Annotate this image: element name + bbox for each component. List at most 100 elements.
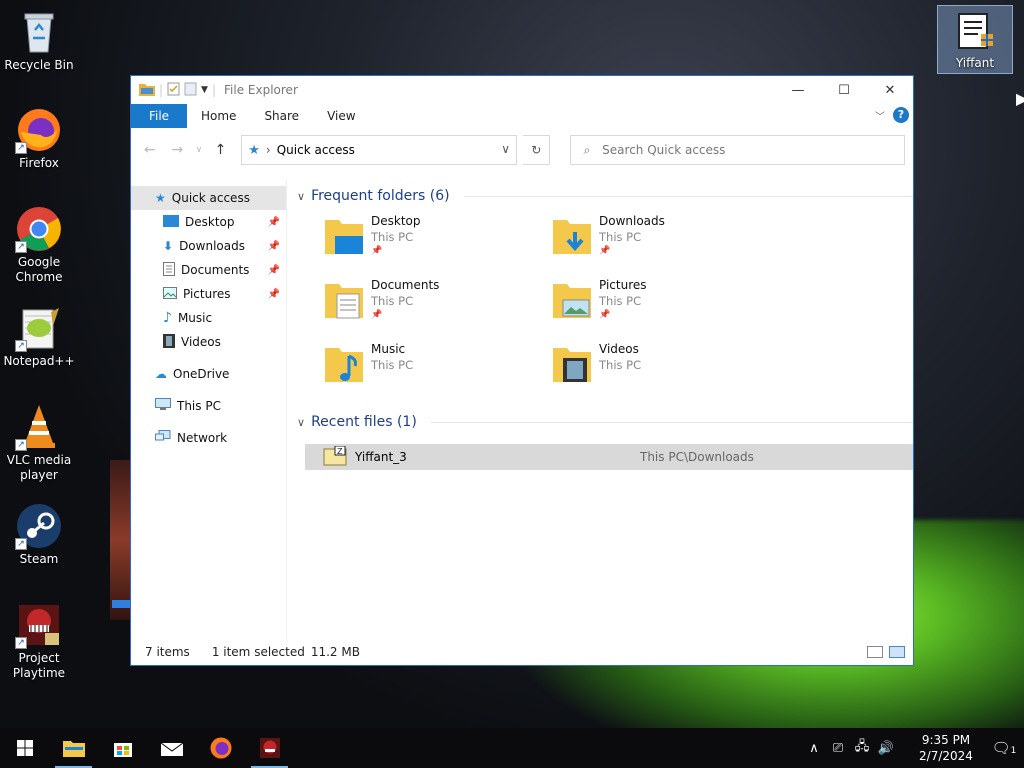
nav-music[interactable]: ♪ Music <box>131 306 286 330</box>
search-placeholder: Search Quick access <box>602 143 726 157</box>
folder-tile[interactable]: Music This PC <box>325 340 553 404</box>
tab-view[interactable]: View <box>313 104 369 128</box>
properties-icon[interactable] <box>167 82 180 99</box>
installer-icon <box>953 10 997 54</box>
nav-label: Desktop <box>185 215 235 229</box>
nav-desktop[interactable]: Desktop 📌 <box>131 210 286 234</box>
nav-videos[interactable]: Videos <box>131 330 286 354</box>
tab-home[interactable]: Home <box>187 104 250 128</box>
pin-icon: 📌 <box>371 310 383 320</box>
pin-icon[interactable]: 📌 <box>268 289 280 300</box>
address-dropdown-icon[interactable]: ∨ <box>501 142 510 156</box>
folder-tile[interactable]: Documents This PC 📌 <box>325 276 553 340</box>
meet-now-icon[interactable]: ⎚ <box>826 741 850 756</box>
volume-icon[interactable]: 🔊 <box>874 741 898 756</box>
quick-access-toolbar: | ▼ | <box>131 82 216 99</box>
collapse-chevron-icon[interactable]: ∨ <box>297 190 305 203</box>
desktop-icon <box>163 214 179 230</box>
back-arrow-icon[interactable]: ← <box>139 142 161 158</box>
refresh-button[interactable]: ↻ <box>523 135 551 165</box>
details-view-icon[interactable] <box>867 646 883 658</box>
expand-ribbon-chevron-icon[interactable]: ﹀ <box>875 108 885 123</box>
breadcrumb-separator-icon: › <box>265 143 271 157</box>
pin-icon[interactable]: 📌 <box>268 241 280 252</box>
desktop-icon-project-playtime[interactable]: ↗ Project Playtime <box>1 601 77 681</box>
desktop-folder-icon <box>325 214 363 262</box>
pin-icon[interactable]: 📌 <box>268 217 280 228</box>
nav-label: Pictures <box>183 287 231 301</box>
desktop-icon-yiffant[interactable]: Yiffant <box>937 5 1013 74</box>
taskbar-project-playtime[interactable] <box>245 728 294 768</box>
folder-tile[interactable]: Downloads This PC 📌 <box>553 212 781 276</box>
taskbar-mail[interactable] <box>147 728 196 768</box>
recent-locations-chevron-icon[interactable]: ∨ <box>194 145 204 155</box>
recycle-bin-icon <box>15 8 63 56</box>
recent-files-header[interactable]: ∨ Recent files (1) <box>297 410 913 434</box>
recent-file-name: Yiffant_3 <box>355 450 407 464</box>
breadcrumb-quick-access[interactable]: Quick access <box>277 143 355 157</box>
search-box[interactable]: ⌕ Search Quick access <box>570 135 905 165</box>
toolbar-divider: | <box>159 83 164 97</box>
pin-icon[interactable]: 📌 <box>268 265 280 276</box>
desktop-icon-label: Firefox <box>19 156 59 170</box>
music-note-icon: ♪ <box>163 310 172 326</box>
nav-pictures[interactable]: Pictures 📌 <box>131 282 286 306</box>
action-center-button[interactable]: 🗨1 <box>984 739 1024 757</box>
tab-file[interactable]: File <box>131 104 187 128</box>
system-tray: ∧ ⎚ 🖧 🔊 9:35 PM 2/7/2024 🗨1 <box>802 728 1024 768</box>
nav-documents[interactable]: Documents 📌 <box>131 258 286 282</box>
start-button[interactable] <box>0 728 49 768</box>
taskbar-firefox[interactable] <box>196 728 245 768</box>
desktop-icon-recycle-bin[interactable]: Recycle Bin <box>1 8 77 73</box>
maximize-button[interactable]: ☐ <box>821 76 867 104</box>
folder-tile[interactable]: Videos This PC <box>553 340 781 404</box>
taskbar-store[interactable] <box>98 728 147 768</box>
star-icon: ★ <box>155 191 166 205</box>
close-button[interactable]: ✕ <box>867 76 913 104</box>
large-icons-view-icon[interactable] <box>889 646 905 658</box>
address-row: ← → ∨ ↑ ★ › Quick access ∨ ↻ ⌕ Search Qu… <box>131 128 913 172</box>
tab-share[interactable]: Share <box>250 104 313 128</box>
network-tray-icon[interactable]: 🖧 <box>850 737 874 759</box>
frequent-folders-header[interactable]: ∨ Frequent folders (6) <box>297 184 913 208</box>
pin-icon: 📌 <box>599 310 611 320</box>
collapse-chevron-icon[interactable]: ∨ <box>297 416 305 429</box>
nav-quick-access[interactable]: ★ Quick access <box>131 186 286 210</box>
store-icon <box>113 743 132 757</box>
new-folder-icon[interactable] <box>184 82 197 99</box>
up-arrow-icon[interactable]: ↑ <box>210 142 232 158</box>
nav-label: Downloads <box>179 239 245 253</box>
address-bar[interactable]: ★ › Quick access ∨ <box>241 135 518 165</box>
clock[interactable]: 9:35 PM 2/7/2024 <box>908 732 984 764</box>
nav-network[interactable]: Network <box>131 426 286 450</box>
forward-arrow-icon[interactable]: → <box>167 142 189 158</box>
item-count: 7 items <box>145 645 190 659</box>
nav-onedrive[interactable]: ☁ OneDrive <box>131 362 286 386</box>
recent-file-row[interactable]: Z Yiffant_3 This PC\Downloads <box>305 444 913 470</box>
status-bar: 7 items 1 item selected 11.2 MB <box>131 639 913 665</box>
folder-tile[interactable]: Desktop This PC 📌 <box>325 212 553 276</box>
desktop-icon-notepadpp[interactable]: ↗ Notepad++ <box>1 304 77 369</box>
nav-this-pc[interactable]: This PC <box>131 394 286 418</box>
taskbar-file-explorer[interactable] <box>49 728 98 768</box>
project-playtime-icon: ↗ <box>15 601 63 649</box>
help-icon[interactable]: ? <box>893 107 909 123</box>
desktop-icon-firefox[interactable]: ↗ Firefox <box>1 106 77 171</box>
mouse-cursor-icon: ▶ <box>1016 89 1024 108</box>
desktop-icon-chrome[interactable]: ↗ Google Chrome <box>1 205 77 285</box>
document-icon <box>163 261 175 279</box>
folder-app-icon <box>139 82 155 99</box>
folder-tile[interactable]: Pictures This PC 📌 <box>553 276 781 340</box>
show-hidden-icons-chevron-icon[interactable]: ∧ <box>802 741 826 756</box>
mail-icon <box>160 742 183 756</box>
download-arrow-icon: ⬇ <box>163 239 174 253</box>
desktop-icon-label: Yiffant <box>955 56 995 70</box>
desktop-icon-vlc[interactable]: ↗ VLC media player <box>1 403 77 483</box>
desktop-icon-steam[interactable]: ↗ Steam <box>1 502 77 567</box>
nav-label: Videos <box>181 335 221 349</box>
minimize-button[interactable]: — <box>775 76 821 104</box>
nav-downloads[interactable]: ⬇ Downloads 📌 <box>131 234 286 258</box>
title-bar[interactable]: | ▼ | File Explorer — ☐ ✕ <box>131 76 913 104</box>
customize-toolbar-chevron-icon[interactable]: ▼ <box>201 85 208 95</box>
background-window-edge <box>110 460 132 620</box>
